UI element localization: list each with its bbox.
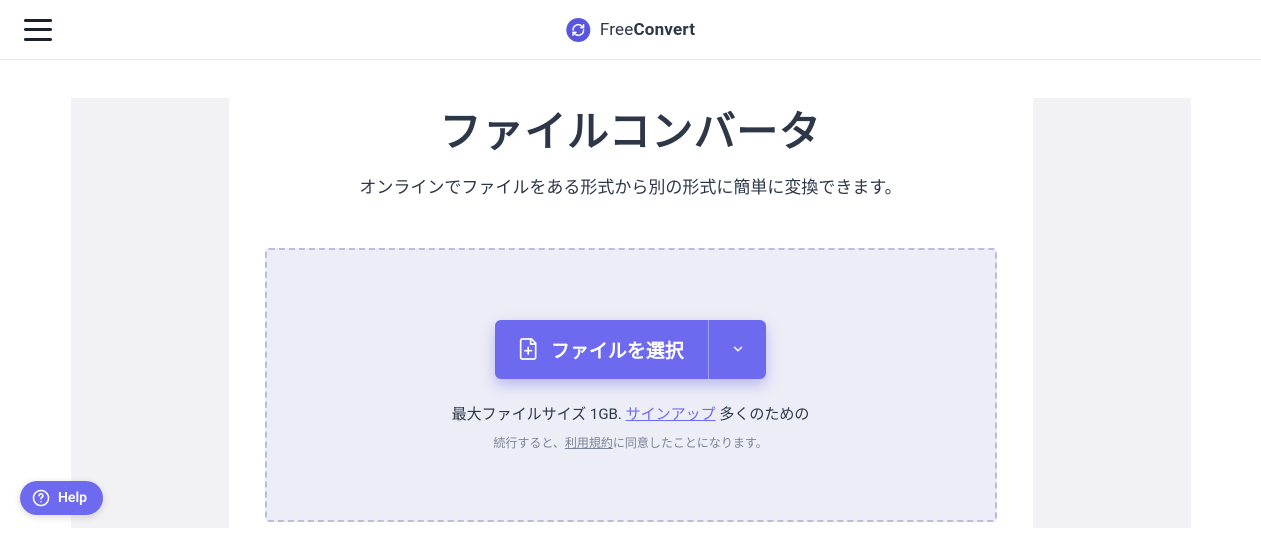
chevron-down-icon [731,342,745,356]
main-content: ファイルコンバータ オンラインでファイルをある形式から別の形式に簡単に変換できま… [0,60,1261,528]
top-bar: FreeConvert [0,0,1261,60]
help-button[interactable]: Help [20,481,103,515]
choose-file-button-group: ファイルを選択 [495,320,766,379]
ad-slot-right [1033,98,1191,528]
page-subtitle: オンラインでファイルをある形式から別の形式に簡単に変換できます。 [265,173,997,198]
menu-icon[interactable] [24,19,52,41]
ad-slot-left [71,98,229,528]
page-title: ファイルコンバータ [265,98,997,159]
choose-file-button[interactable]: ファイルを選択 [495,320,708,379]
help-icon [32,489,50,507]
help-label: Help [58,490,87,506]
choose-source-dropdown-button[interactable] [708,320,766,379]
hero-section: ファイルコンバータ オンラインでファイルをある形式から別の形式に簡単に変換できま… [265,98,997,528]
terms-link[interactable]: 利用規約 [565,436,613,450]
choose-file-label: ファイルを選択 [551,336,684,363]
terms-text: 続行すると、利用規約に同意したことになります。 [493,434,767,451]
brand-logo[interactable]: FreeConvert [566,18,695,42]
brand-name: FreeConvert [600,20,695,40]
max-file-size-text: 最大ファイルサイズ 1GB. サインアップ 多くのための [452,403,810,424]
file-dropzone[interactable]: ファイルを選択 最大ファイルサイズ 1GB. サインアップ 多くのための 続行す… [265,248,997,522]
signup-link[interactable]: サインアップ [626,405,716,423]
file-add-icon [519,337,539,361]
logo-refresh-icon [566,18,590,42]
